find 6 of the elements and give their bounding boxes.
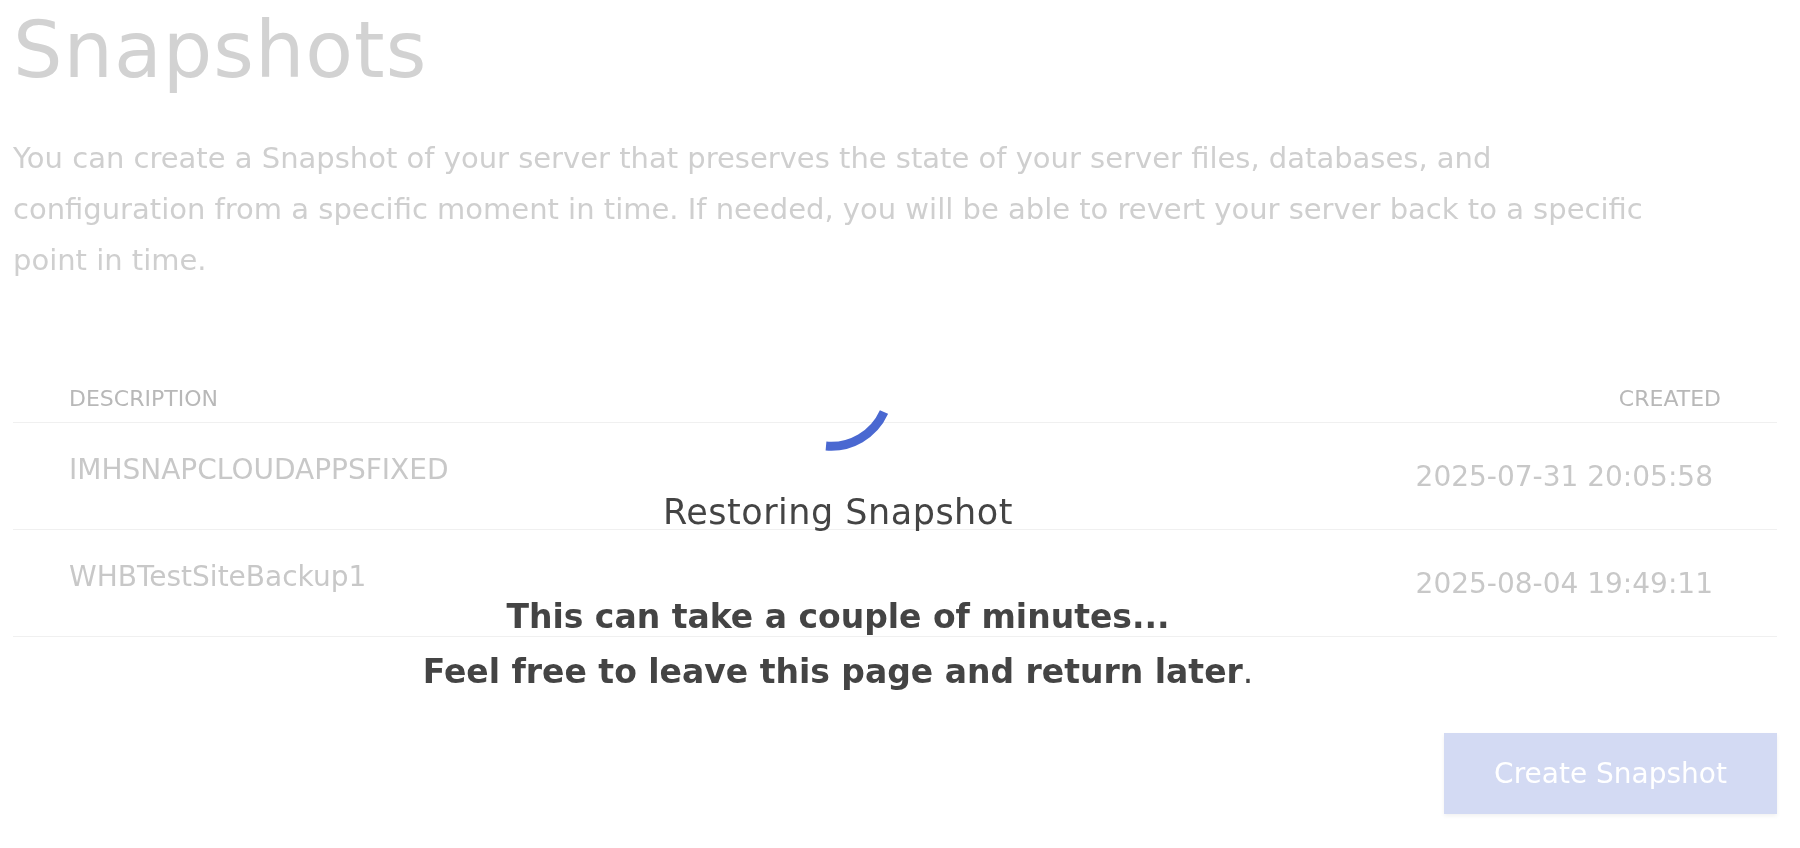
column-header: CREATED (1618, 385, 1721, 411)
overlay-title: Restoring Snapshot (663, 492, 1013, 532)
loading-spinner-icon (825, 409, 888, 451)
column-header: DESCRIPTION (69, 385, 218, 411)
overlay-message: Feel free to leave this page and return later. (422, 651, 1254, 693)
overlay-message: This can take a couple of minutes... (506, 596, 1170, 638)
